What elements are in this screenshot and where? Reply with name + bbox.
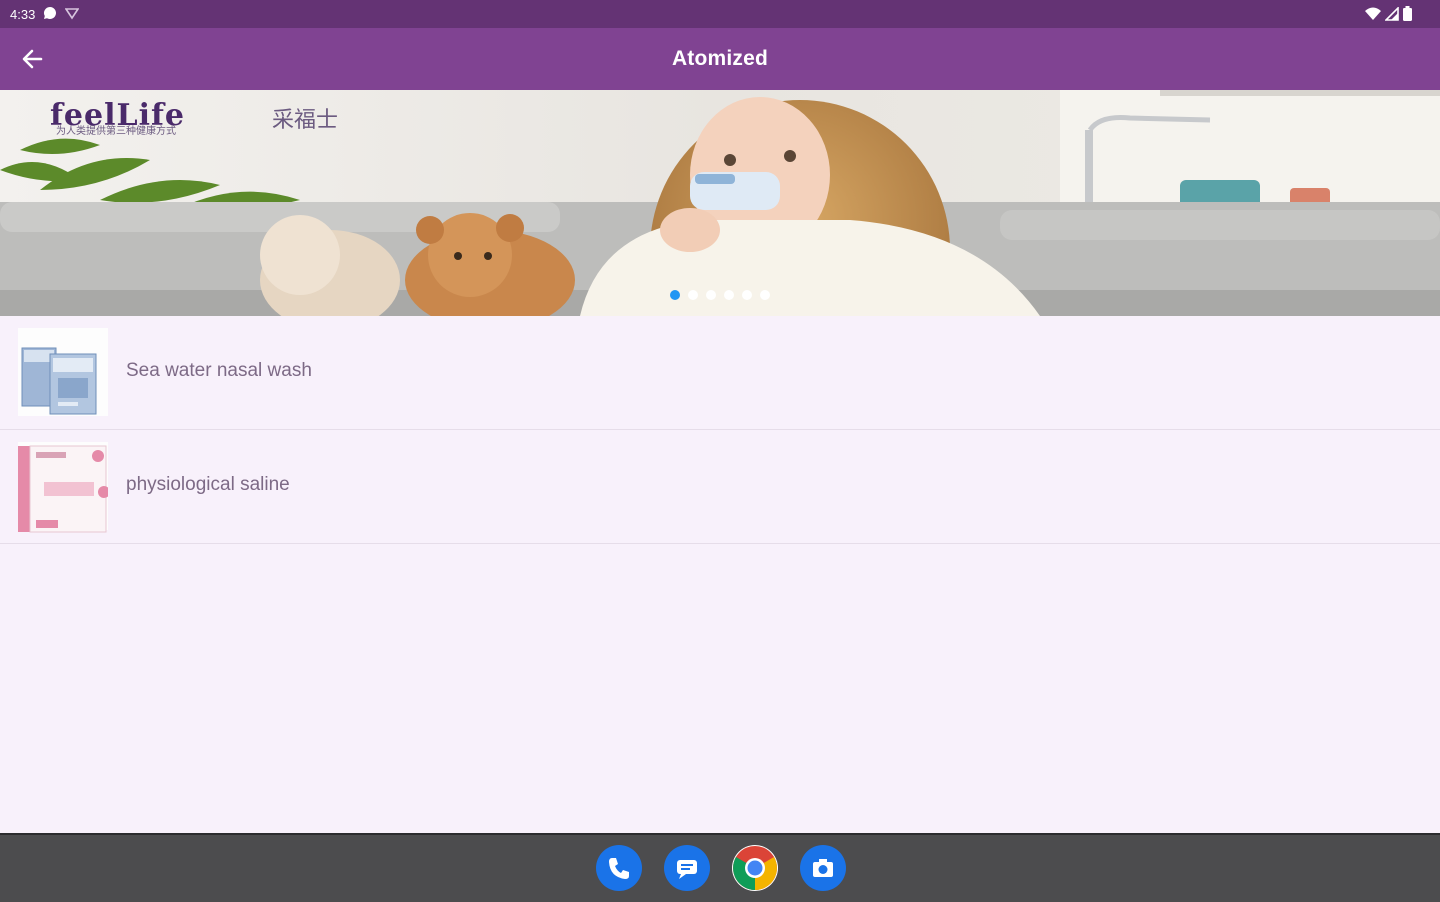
banner-image xyxy=(0,90,1440,316)
carousel-dot[interactable] xyxy=(688,290,698,300)
status-time: 4:33 xyxy=(10,7,36,22)
nasal-wash-box-icon xyxy=(18,328,108,416)
list-item-label: physiological saline xyxy=(126,474,290,495)
carousel-dot[interactable] xyxy=(724,290,734,300)
carousel-dot[interactable] xyxy=(670,290,680,300)
banner-tagline: 为人类提供第三种健康方式 xyxy=(56,126,176,137)
product-list: Sea water nasal wash physiological salin… xyxy=(0,316,1440,544)
camera-app-icon[interactable] xyxy=(800,845,846,891)
saline-box-icon xyxy=(18,442,110,533)
list-item-sea-water-nasal-wash[interactable]: Sea water nasal wash xyxy=(0,316,1440,430)
messages-app-icon[interactable] xyxy=(664,845,710,891)
chat-notification-icon xyxy=(43,6,57,23)
navigation-bar xyxy=(0,833,1440,902)
cellular-icon xyxy=(1384,5,1399,24)
carousel-dot[interactable] xyxy=(760,290,770,300)
app-dock xyxy=(596,845,846,891)
banner-carousel[interactable]: feelLife 采福士 为人类提供第三种健康方式 xyxy=(0,90,1440,316)
carousel-dot[interactable] xyxy=(742,290,752,300)
carousel-dot[interactable] xyxy=(706,290,716,300)
battery-icon xyxy=(1403,6,1412,24)
list-item-label: Sea water nasal wash xyxy=(126,360,312,381)
app-bar: Atomized xyxy=(0,28,1440,90)
status-bar: 4:33 xyxy=(0,0,1440,28)
chrome-app-icon[interactable] xyxy=(732,845,778,891)
phone-app-icon[interactable] xyxy=(596,845,642,891)
page-title: Atomized xyxy=(671,47,769,70)
signal-alt-icon xyxy=(64,6,80,23)
carousel-indicator xyxy=(670,290,770,300)
list-item-physiological-saline[interactable]: physiological saline xyxy=(0,430,1440,544)
banner-logo-cn: 采福士 xyxy=(272,108,339,133)
wifi-icon xyxy=(1365,7,1381,24)
